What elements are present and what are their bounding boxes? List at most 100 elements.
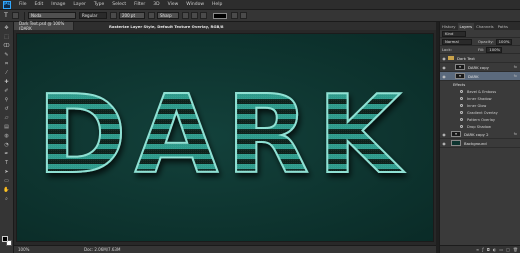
layer-row[interactable]: ◉ Dark Text bbox=[440, 54, 520, 63]
blend-mode-select[interactable]: Normal bbox=[442, 38, 472, 45]
menu-item-window[interactable]: Window bbox=[182, 2, 208, 7]
layer-name: Dark Text bbox=[457, 55, 475, 61]
layer-effects-badge[interactable]: fx bbox=[514, 132, 517, 136]
layer-row[interactable]: ◉ Background bbox=[440, 139, 520, 148]
marquee-tool-icon[interactable]: ⬚ bbox=[3, 33, 11, 40]
effect-item[interactable]: Inner Glow bbox=[440, 102, 520, 109]
photoshop-logo-icon: Ps bbox=[3, 0, 11, 9]
gradient-tool-icon[interactable]: ▤ bbox=[3, 123, 11, 130]
menu-item-file[interactable]: File bbox=[15, 2, 31, 7]
effects-header[interactable]: Effects bbox=[440, 81, 520, 88]
blend-row: Normal Opacity: 100% bbox=[440, 38, 520, 46]
tab-channels[interactable]: Channels bbox=[474, 23, 496, 30]
zoom-level[interactable]: 100% bbox=[14, 247, 44, 252]
font-family-select[interactable]: Noda bbox=[28, 12, 76, 19]
effect-item[interactable]: Gradient Overlay bbox=[440, 109, 520, 116]
clone-stamp-tool-icon[interactable]: ⚲ bbox=[3, 96, 11, 103]
type-tool-icon[interactable]: T bbox=[0, 12, 12, 19]
document-tab[interactable]: Dark Text.psd @ 100% (DARK bbox=[14, 21, 74, 31]
path-select-tool-icon[interactable]: ➤ bbox=[3, 168, 11, 175]
effect-label: Inner Glow bbox=[467, 103, 487, 108]
separator bbox=[24, 11, 25, 20]
history-brush-tool-icon[interactable]: ↺ bbox=[3, 105, 11, 112]
eyedropper-tool-icon[interactable]: ⁄ bbox=[3, 69, 11, 76]
effect-item[interactable]: Bevel & Emboss bbox=[440, 88, 520, 95]
blur-tool-icon[interactable]: ◍ bbox=[3, 132, 11, 139]
align-center-icon[interactable] bbox=[191, 12, 198, 19]
brush-tool-icon[interactable]: ✐ bbox=[3, 87, 11, 94]
opacity-field[interactable]: 100% bbox=[495, 38, 512, 45]
effect-visibility-icon[interactable] bbox=[460, 118, 463, 121]
effect-visibility-icon[interactable] bbox=[460, 104, 463, 107]
doc-info[interactable]: Doc: 2.06M/7.63M bbox=[44, 247, 120, 252]
character-panel-icon[interactable] bbox=[240, 12, 247, 19]
font-style-select[interactable]: Regular bbox=[79, 12, 107, 19]
visibility-eye-icon[interactable]: ◉ bbox=[440, 74, 448, 79]
tab-paths[interactable]: Paths bbox=[496, 23, 510, 30]
lasso-tool-icon[interactable]: ↀ bbox=[3, 42, 11, 49]
effect-item[interactable]: Pattern Overlay bbox=[440, 116, 520, 123]
eraser-tool-icon[interactable]: ▱ bbox=[3, 114, 11, 121]
visibility-eye-icon[interactable]: ◉ bbox=[440, 65, 448, 70]
move-tool-icon[interactable]: ✥ bbox=[3, 24, 11, 31]
visibility-eye-icon[interactable]: ◉ bbox=[440, 56, 448, 61]
align-right-icon[interactable] bbox=[200, 12, 207, 19]
menu-item-type[interactable]: Type bbox=[90, 2, 108, 7]
layers-panel: History Layers Channels Paths Kind Normal O… bbox=[439, 22, 520, 253]
orientation-toggle-icon[interactable] bbox=[12, 12, 19, 19]
shape-tool-icon[interactable]: ▭ bbox=[3, 177, 11, 184]
color-swatches[interactable] bbox=[2, 236, 12, 246]
visibility-eye-icon[interactable]: ◉ bbox=[440, 132, 448, 137]
menu-item-help[interactable]: Help bbox=[208, 2, 226, 7]
pen-tool-icon[interactable]: ✒ bbox=[3, 150, 11, 157]
layer-thumbnail bbox=[451, 140, 461, 146]
effect-visibility-icon[interactable] bbox=[460, 97, 463, 100]
menu-item-select[interactable]: Select bbox=[108, 2, 130, 7]
effect-visibility-icon[interactable] bbox=[460, 90, 463, 93]
menu-item-image[interactable]: Image bbox=[47, 2, 69, 7]
layer-row[interactable]: ◉ T DARK copy 2 fx bbox=[440, 130, 520, 139]
align-left-icon[interactable] bbox=[182, 12, 189, 19]
tab-layers[interactable]: Layers bbox=[457, 23, 475, 30]
type-tool-icon[interactable]: T bbox=[3, 159, 11, 166]
healing-tool-icon[interactable]: ✚ bbox=[3, 78, 11, 85]
new-fill-icon[interactable]: ◐ bbox=[493, 247, 497, 252]
warp-text-icon[interactable] bbox=[231, 12, 238, 19]
canvas[interactable]: DARK DARK bbox=[16, 33, 434, 242]
layer-effects-badge[interactable]: fx bbox=[514, 65, 517, 69]
crop-tool-icon[interactable]: ⌗ bbox=[3, 60, 11, 67]
layer-filter-kind[interactable]: Kind bbox=[442, 30, 466, 37]
new-group-icon[interactable]: ▭ bbox=[499, 247, 503, 252]
document-hint-text: Rasterize Layer Style, Default Texture O… bbox=[109, 24, 224, 29]
effect-item[interactable]: Drop Shadow bbox=[440, 123, 520, 130]
menu-item-filter[interactable]: Filter bbox=[130, 2, 149, 7]
layer-row[interactable]: ◉ T DARK fx bbox=[440, 72, 520, 81]
link-layers-icon[interactable]: ∞ bbox=[476, 247, 479, 252]
layer-effects-badge[interactable]: fx bbox=[514, 74, 517, 78]
dodge-tool-icon[interactable]: ◔ bbox=[3, 141, 11, 148]
add-style-icon[interactable]: ƒ bbox=[482, 247, 483, 252]
menu-item-view[interactable]: View bbox=[164, 2, 183, 7]
quick-select-tool-icon[interactable]: ✎ bbox=[3, 51, 11, 58]
fill-field[interactable]: 100% bbox=[486, 46, 503, 53]
visibility-eye-icon[interactable]: ◉ bbox=[440, 141, 448, 146]
hand-tool-icon[interactable]: ✋ bbox=[3, 186, 11, 193]
anti-alias-select[interactable]: Sharp bbox=[157, 12, 179, 19]
menu-item-edit[interactable]: Edit bbox=[31, 2, 48, 7]
trash-icon[interactable]: 🗑 bbox=[513, 247, 518, 252]
new-layer-icon[interactable]: □ bbox=[506, 247, 510, 252]
add-mask-icon[interactable]: ◘ bbox=[487, 247, 490, 252]
menu-item-layer[interactable]: Layer bbox=[69, 2, 90, 7]
effect-visibility-icon[interactable] bbox=[460, 125, 463, 128]
layers-panel-footer: ∞ ƒ ◘ ◐ ▭ □ 🗑 bbox=[440, 245, 520, 253]
layer-list: ◉ Dark Text ◉ T DARK copy fx ◉ T DARK fx Effects Be… bbox=[440, 54, 520, 148]
font-size-field[interactable]: 200 pt bbox=[119, 12, 145, 19]
tab-history[interactable]: History bbox=[440, 23, 458, 30]
effect-item[interactable]: Inner Shadow bbox=[440, 95, 520, 102]
zoom-tool-icon[interactable]: ⌕ bbox=[3, 195, 11, 202]
layer-row[interactable]: ◉ T DARK copy fx bbox=[440, 63, 520, 72]
text-color-swatch[interactable] bbox=[213, 12, 227, 19]
foreground-color-swatch[interactable] bbox=[2, 236, 8, 242]
effect-visibility-icon[interactable] bbox=[460, 111, 463, 114]
menu-item-3d[interactable]: 3D bbox=[149, 2, 163, 7]
